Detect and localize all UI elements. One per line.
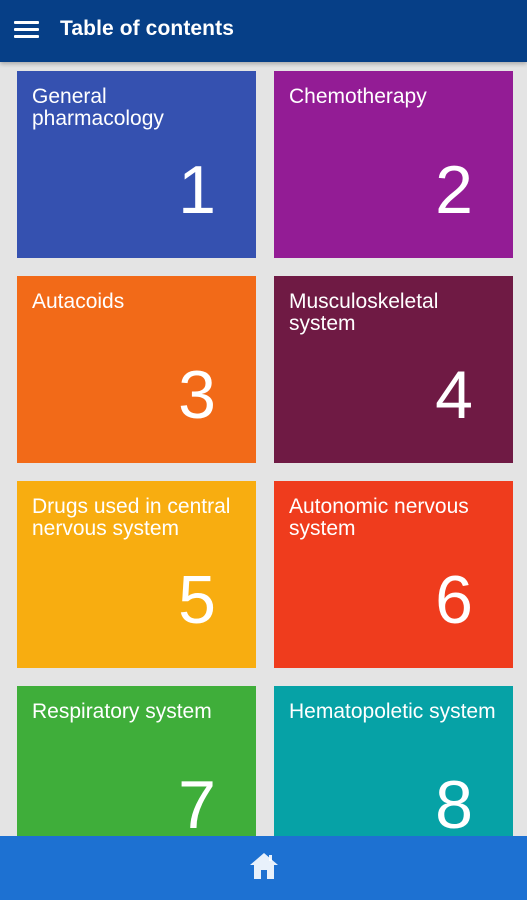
hamburger-menu-icon[interactable] (14, 19, 40, 41)
menu-line (14, 28, 39, 31)
chapter-number: 5 (178, 562, 216, 638)
home-icon-graphic (250, 853, 278, 879)
chapter-number: 4 (435, 357, 473, 433)
chapter-tile-2[interactable]: Chemotherapy 2 (274, 71, 513, 258)
chapter-title: Musculoskeletal system (289, 290, 439, 335)
chapter-title: Drugs used in central nervous system (32, 495, 231, 540)
chapter-grid: General pharmacology 1 Chemotherapy 2 Au… (0, 62, 527, 836)
chapter-tile-3[interactable]: Autacoids 3 (17, 276, 256, 463)
home-icon[interactable] (248, 851, 280, 881)
chapter-number: 7 (178, 767, 216, 836)
chapter-title: General pharmacology (32, 85, 164, 130)
chapter-number: 6 (435, 562, 473, 638)
chapter-tile-6[interactable]: Autonomic nervous system 6 (274, 481, 513, 668)
chapter-tile-8[interactable]: Hematopoletic system 8 (274, 686, 513, 836)
chapter-tile-1[interactable]: General pharmacology 1 (17, 71, 256, 258)
chapter-tile-7[interactable]: Respiratory system 7 (17, 686, 256, 836)
chapter-title: Autonomic nervous system (289, 495, 469, 540)
chapter-title: Respiratory system (32, 700, 212, 723)
chapter-number: 3 (178, 357, 216, 433)
chapter-title: Hematopoletic system (289, 700, 496, 723)
page-title: Table of contents (60, 17, 234, 40)
chapter-number: 2 (435, 152, 473, 228)
menu-line (14, 35, 39, 38)
chapter-title: Autacoids (32, 290, 125, 313)
app-bar: Table of contents (0, 0, 527, 62)
chapter-tile-4[interactable]: Musculoskeletal system 4 (274, 276, 513, 463)
bottom-navigation-bar (0, 836, 527, 900)
chapter-number: 8 (435, 767, 473, 836)
chapter-number: 1 (178, 152, 216, 228)
menu-line (14, 21, 39, 24)
chapter-title: Chemotherapy (289, 85, 427, 108)
chapter-tile-5[interactable]: Drugs used in central nervous system 5 (17, 481, 256, 668)
